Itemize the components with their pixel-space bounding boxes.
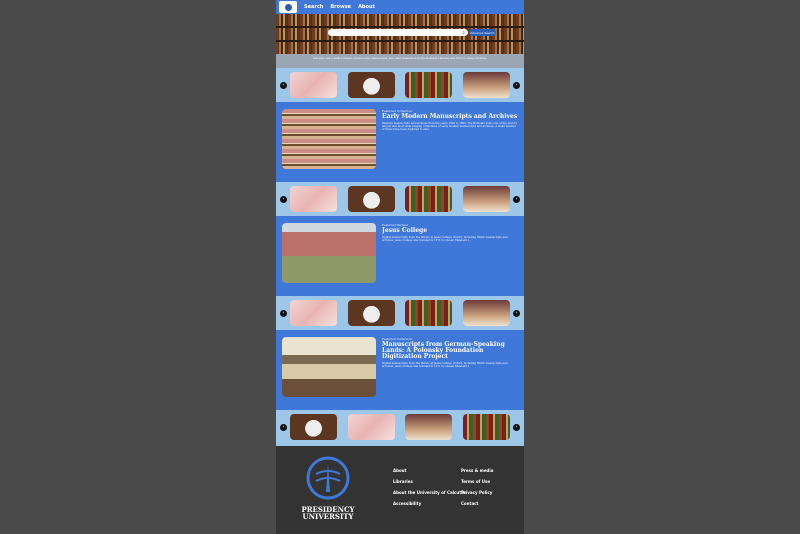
footer-link-about[interactable]: About [393, 468, 466, 473]
feature-image[interactable] [282, 223, 376, 283]
thumbnail[interactable] [462, 414, 510, 440]
feature-body: Digital manuscripts from the library at … [382, 362, 508, 369]
thumbnail[interactable] [405, 72, 453, 98]
next-arrow-icon[interactable]: › [513, 423, 520, 431]
footer-links-col1: About Libraries About the University of … [393, 468, 466, 512]
thumbnail[interactable] [290, 72, 337, 98]
next-arrow-icon[interactable]: › [513, 309, 520, 317]
thumbnail[interactable] [405, 300, 453, 326]
prev-arrow-icon[interactable]: ‹ [280, 81, 287, 89]
page: Search Browse About ⌕ Advance Search Dis… [276, 0, 524, 534]
feature-image[interactable] [282, 337, 376, 397]
feature-kicker: Featured Collection [382, 337, 413, 341]
nav-search-link[interactable]: Search [304, 4, 323, 10]
feature-body: Digital manuscripts from the library at … [382, 236, 508, 243]
feature-kicker: Featured Partner [382, 223, 409, 227]
footer-link-accessibility[interactable]: Accessibility [393, 501, 466, 506]
nav-about-link[interactable]: About [358, 4, 375, 10]
featured-partner: Featured Partner Jesus College Digital m… [276, 216, 524, 296]
prev-arrow-icon[interactable]: ‹ [280, 423, 287, 431]
footer-link-calcutta[interactable]: About the University of Calcutta [393, 490, 466, 495]
prev-arrow-icon[interactable]: ‹ [280, 195, 287, 203]
thumbnail[interactable] [290, 414, 337, 440]
thumbnail[interactable] [405, 186, 453, 212]
feature-title[interactable]: Early Modern Manuscripts and Archives [382, 114, 518, 120]
featured-collection: Featured Collection Early Modern Manuscr… [276, 102, 524, 182]
thumbnail[interactable] [290, 300, 337, 326]
thumbnail[interactable] [347, 300, 395, 326]
footer-link-terms[interactable]: Terms of Use [461, 479, 493, 484]
feature-image[interactable] [282, 109, 376, 169]
thumbnail[interactable] [347, 72, 395, 98]
intro-text: Discover over a million images of rare b… [276, 54, 524, 68]
thumbnail-carousel: ‹ › [276, 68, 524, 102]
advance-search-button[interactable]: Advance Search [469, 29, 496, 36]
search-icon[interactable]: ⌕ [462, 30, 465, 36]
university-name: PRESIDENCY UNIVERSITY [301, 505, 355, 521]
thumbnail[interactable] [347, 186, 395, 212]
thumbnail[interactable] [462, 72, 510, 98]
thumbnail[interactable] [290, 186, 337, 212]
footer: PRESIDENCY UNIVERSITY About Libraries Ab… [276, 446, 524, 534]
footer-link-press[interactable]: Press & media [461, 468, 493, 473]
feature-body: Western manuscripts and archives from th… [382, 122, 518, 132]
hero-banner: ⌕ Advance Search [276, 14, 524, 54]
next-arrow-icon[interactable]: › [513, 195, 520, 203]
prev-arrow-icon[interactable]: ‹ [280, 309, 287, 317]
search-input[interactable]: ⌕ [328, 29, 468, 36]
footer-links-col2: Press & media Terms of Use Privacy Polic… [461, 468, 493, 512]
featured-collection: Featured Collection Manuscripts from Ger… [276, 330, 524, 410]
footer-link-libraries[interactable]: Libraries [393, 479, 466, 484]
thumbnail[interactable] [405, 414, 453, 440]
feature-title[interactable]: Manuscripts from German-Speaking Lands: … [382, 342, 518, 360]
feature-kicker: Featured Collection [382, 109, 413, 113]
top-nav: Search Browse About [276, 0, 524, 14]
thumbnail[interactable] [347, 414, 395, 440]
nav-browse-link[interactable]: Browse [330, 4, 351, 10]
logo[interactable] [279, 1, 297, 13]
thumbnail[interactable] [462, 186, 510, 212]
thumbnail[interactable] [462, 300, 510, 326]
next-arrow-icon[interactable]: › [513, 81, 520, 89]
footer-link-contact[interactable]: Contact [461, 501, 493, 506]
feature-title[interactable]: Jesus College [382, 228, 518, 234]
footer-link-privacy[interactable]: Privacy Policy [461, 490, 493, 495]
thumbnail-carousel: ‹ › [276, 410, 524, 444]
thumbnail-carousel: ‹ › [276, 296, 524, 330]
thumbnail-carousel: ‹ › [276, 182, 524, 216]
